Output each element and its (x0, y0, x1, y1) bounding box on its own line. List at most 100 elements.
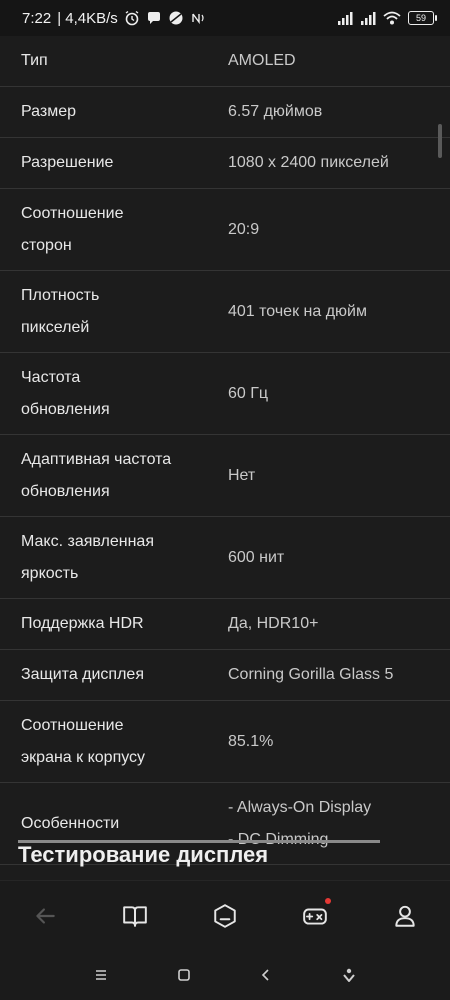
clock: 7:22 (22, 9, 52, 27)
alarm-icon (125, 10, 139, 26)
signal-icon-1 (338, 12, 353, 25)
spec-value: 600 нит (228, 542, 450, 574)
spec-row: Защита дисплея Corning Gorilla Glass 5 (0, 650, 450, 701)
assistant-button[interactable] (334, 960, 364, 990)
assistant-icon (342, 968, 355, 982)
spec-label-line: Разрешение (21, 154, 114, 171)
spec-row: Разрешение 1080 x 2400 пикселей (0, 138, 450, 189)
spec-value-line: Нет (228, 466, 256, 484)
wifi-icon (383, 11, 401, 25)
status-bar: 7:22 | 4,4KB/s 59 (0, 0, 450, 36)
spec-label-line: Частота (21, 368, 81, 386)
spec-value-line: AMOLED (228, 52, 296, 69)
spec-value-line: 85.1% (228, 732, 274, 750)
spec-value-line: 401 точек на дюйм (228, 302, 367, 320)
spec-value-line: Corning Gorilla Glass 5 (228, 666, 394, 683)
spec-label-line: Особенности (21, 814, 120, 832)
book-icon (123, 905, 147, 927)
chevron-left-icon (262, 969, 269, 981)
arrow-left-icon (36, 907, 55, 924)
user-icon (395, 905, 415, 927)
spec-label: Адаптивная частота обновления (0, 444, 228, 508)
spec-value-line: Да, HDR10+ (228, 615, 319, 632)
system-back-button[interactable] (251, 960, 281, 990)
spec-label-line: сторон (21, 236, 72, 254)
spec-label: Частота обновления (0, 362, 228, 426)
spec-value: 1080 x 2400 пикселей (228, 147, 450, 179)
spec-value-line: 60 Гц (228, 384, 269, 402)
spec-value: 6.57 дюймов (228, 96, 450, 128)
spec-label-line: Тип (21, 52, 48, 69)
spec-label-line: пикселей (21, 318, 90, 336)
back-button[interactable] (25, 896, 65, 936)
spec-row: Макс. заявленная яркость 600 нит (0, 517, 450, 599)
spec-value: 401 точек на дюйм (228, 296, 450, 328)
spec-label-line: Размер (21, 103, 76, 120)
spec-value: Corning Gorilla Glass 5 (228, 659, 450, 691)
spec-value: AMOLED (228, 45, 450, 77)
spec-value-line: 1080 x 2400 пикселей (228, 154, 389, 171)
system-navigation-bar (0, 950, 450, 1000)
games-button[interactable] (295, 896, 335, 936)
home-button[interactable] (169, 960, 199, 990)
spec-label-line: Адаптивная частота (21, 450, 172, 468)
scrollbar-thumb[interactable] (438, 124, 442, 158)
spec-label-line: Соотношение (21, 204, 124, 222)
bottom-navigation (0, 880, 450, 950)
spec-label-line: экрана к корпусу (21, 748, 146, 766)
spec-value-line: - Always-On Display (228, 798, 372, 816)
spec-label-line: Макс. заявленная (21, 532, 154, 550)
spec-label: Защита дисплея (0, 659, 228, 691)
network-speed: | 4,4KB/s (57, 9, 118, 27)
notification-dot (325, 897, 331, 904)
spec-table: Тип AMOLED Размер 6.57 дюймов Разрешение 1080… (0, 36, 450, 865)
spec-label: Плотность пикселей (0, 280, 228, 344)
gamepad-icon (303, 908, 327, 925)
spec-row: Размер 6.57 дюймов (0, 87, 450, 138)
box-icon (214, 903, 236, 928)
spec-row: Плотность пикселей 401 точек на дюйм (0, 271, 450, 353)
home-square-icon (177, 969, 190, 981)
spec-label-line: Поддержка HDR (21, 615, 144, 632)
chat-icon (147, 12, 160, 24)
recent-apps-button[interactable] (86, 960, 116, 990)
spec-value-line: 6.57 дюймов (228, 103, 323, 120)
compare-button[interactable] (205, 896, 245, 936)
battery-indicator: 59 (408, 11, 437, 25)
spec-label: Размер (0, 96, 228, 128)
spec-label-line: Плотность (21, 286, 100, 304)
spec-row: Частота обновления 60 Гц (0, 353, 450, 435)
spec-label: Тип (0, 45, 228, 77)
spec-label: Соотношение экрана к корпусу (0, 710, 228, 774)
spec-label: Поддержка HDR (0, 608, 228, 640)
spec-value: 20:9 (228, 214, 450, 246)
display-specs-list[interactable]: Тип AMOLED Размер 6.57 дюймов Разрешение 1080… (0, 36, 450, 880)
spec-label-line: яркость (21, 564, 79, 582)
spec-label-line: Соотношение (21, 716, 124, 734)
spec-value: 85.1% (228, 726, 450, 758)
nfc-icon (192, 13, 204, 25)
spec-label: Соотношение сторон (0, 198, 228, 262)
spec-row: Адаптивная частота обновления Нет (0, 435, 450, 517)
spec-row: Тип AMOLED (0, 36, 450, 87)
spec-value-line: 20:9 (228, 220, 260, 238)
spec-row: Соотношение сторон 20:9 (0, 189, 450, 271)
spec-label: Разрешение (0, 147, 228, 179)
catalog-button[interactable] (115, 896, 155, 936)
spec-row: Соотношение экрана к корпусу 85.1% (0, 701, 450, 783)
spec-value-line: 600 нит (228, 548, 285, 566)
spec-value: Да, HDR10+ (228, 608, 450, 640)
spec-label-line: обновления (21, 482, 110, 500)
spec-value: 60 Гц (228, 378, 450, 410)
spec-label: Макс. заявленная яркость (0, 526, 228, 590)
spec-label-line: обновления (21, 400, 110, 418)
next-section-header: Тестирование дисплея (0, 840, 450, 880)
profile-button[interactable] (385, 896, 425, 936)
signal-icon-2 (361, 12, 376, 25)
section-title: Тестирование дисплея (18, 842, 269, 867)
menu-icon (96, 970, 107, 980)
spec-label-line: Защита дисплея (21, 666, 144, 683)
spec-row: Поддержка HDR Да, HDR10+ (0, 599, 450, 650)
spec-value: Нет (228, 460, 450, 492)
ball-icon (169, 11, 183, 25)
